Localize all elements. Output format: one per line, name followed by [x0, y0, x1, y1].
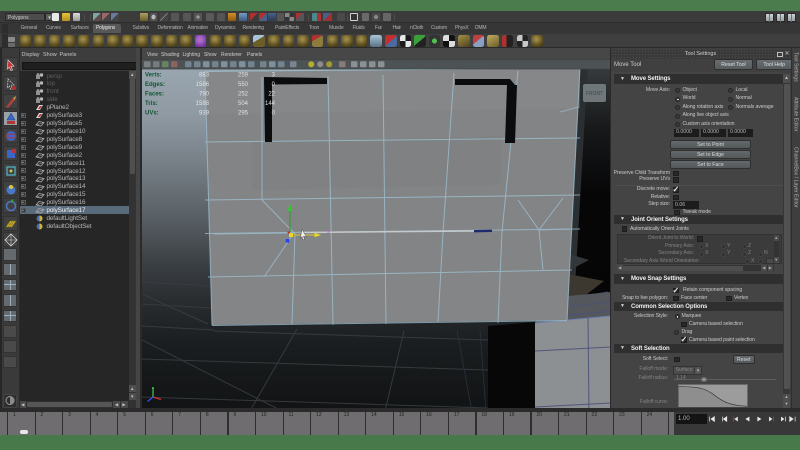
svg-text:1586: 1586	[195, 82, 209, 88]
svg-text:Lighting: Lighting	[182, 52, 200, 58]
svg-text:Edges:: Edges:	[145, 82, 165, 88]
svg-text:Show: Show	[204, 52, 217, 58]
svg-text:144: 144	[264, 101, 275, 107]
svg-text:22: 22	[268, 91, 275, 97]
svg-text:FRONT: FRONT	[585, 91, 602, 97]
svg-text:295: 295	[237, 110, 248, 116]
svg-text:UVs:: UVs:	[145, 110, 159, 116]
svg-text:883: 883	[198, 73, 209, 79]
svg-text:259: 259	[237, 73, 248, 79]
svg-text:504: 504	[237, 101, 248, 107]
svg-text:Tris:: Tris:	[145, 101, 158, 107]
svg-text:1588: 1588	[195, 101, 209, 107]
svg-text:Verts:: Verts:	[145, 73, 162, 79]
svg-text:View: View	[147, 52, 158, 58]
svg-text:Shading: Shading	[161, 52, 180, 58]
svg-text:790: 790	[198, 91, 209, 97]
svg-text:550: 550	[237, 82, 248, 88]
svg-text:Faces:: Faces:	[145, 91, 164, 97]
svg-text:Renderer: Renderer	[221, 52, 242, 58]
svg-text:Panels: Panels	[247, 52, 263, 58]
svg-text:252: 252	[237, 91, 248, 97]
svg-text:939: 939	[198, 110, 209, 116]
